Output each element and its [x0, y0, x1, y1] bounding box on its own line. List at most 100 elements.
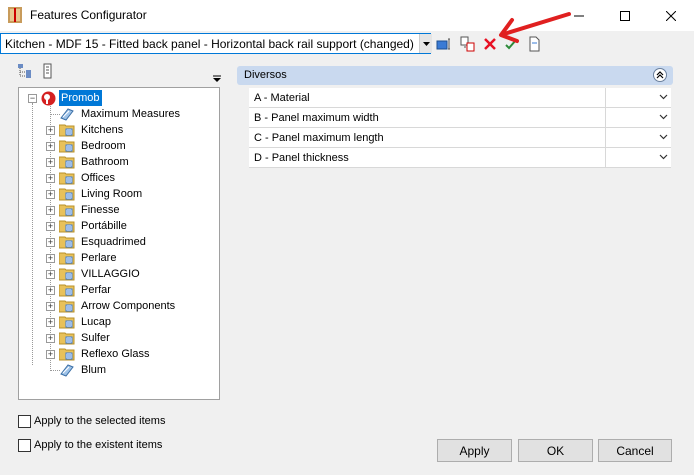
expand-toggle[interactable]: + [46, 270, 55, 279]
expand-toggle[interactable]: + [46, 158, 55, 167]
chevron-down-icon [659, 94, 668, 100]
feature-tag-icon [60, 364, 74, 377]
property-row-panel-maximum-width: B - Panel maximum width [249, 108, 671, 128]
maximize-icon [620, 10, 630, 21]
apply-button[interactable]: Apply [437, 439, 512, 462]
copy-config-icon [460, 36, 475, 52]
expand-toggle[interactable]: + [46, 222, 55, 231]
expand-toggle[interactable]: + [46, 126, 55, 135]
apply-to-items-icon [436, 38, 450, 50]
folder-icon [59, 316, 75, 329]
property-label: B - Panel maximum width [254, 112, 379, 124]
feature-tree[interactable]: − Promob Maximum Measures + Kitchens + Bedro… [18, 87, 220, 400]
new-document-icon [529, 36, 540, 52]
property-row-material: A - Material [249, 88, 671, 108]
folder-icon [59, 204, 75, 217]
property-value-dropdown[interactable] [605, 148, 671, 167]
collapse-group-button[interactable] [653, 68, 667, 82]
promob-logo-icon [41, 91, 56, 106]
expand-toggle[interactable]: + [46, 254, 55, 263]
property-value-dropdown[interactable] [605, 128, 671, 147]
folder-icon [59, 124, 75, 137]
apply-to-items-button[interactable] [435, 35, 453, 53]
configuration-dropdown[interactable]: Kitchen - MDF 15 - Fitted back panel - H… [0, 33, 431, 54]
tree-item-label: Portábille [81, 220, 127, 232]
expand-toggle[interactable]: + [46, 334, 55, 343]
folder-icon [59, 172, 75, 185]
tree-item-label: Bedroom [81, 140, 126, 152]
tree-item-label: Esquadrimed [81, 236, 146, 248]
tree-item-label: Bathroom [81, 156, 129, 168]
chevron-down-icon [659, 114, 668, 120]
tree-item-label: Perfar [81, 284, 111, 296]
folder-icon [59, 252, 75, 265]
expand-toggle[interactable]: + [46, 302, 55, 311]
chevron-down-icon [659, 154, 668, 160]
delete-icon [484, 38, 496, 50]
window-title: Features Configurator [30, 8, 147, 22]
tree-view-icon[interactable] [17, 63, 33, 79]
confirm-icon [505, 39, 517, 50]
expand-toggle[interactable]: + [46, 350, 55, 359]
collapse-toggle[interactable]: − [28, 94, 37, 103]
maximize-button[interactable] [602, 0, 648, 31]
folder-icon [59, 348, 75, 361]
new-document-button[interactable] [525, 35, 543, 53]
cancel-button[interactable]: Cancel [598, 439, 672, 462]
apply-selected-label[interactable]: Apply to the selected items [34, 415, 165, 427]
dropdown-arrow-icon[interactable] [213, 75, 221, 82]
properties-group-header[interactable]: Diversos [237, 66, 673, 85]
chevron-down-icon [659, 134, 668, 140]
tree-item-label: Living Room [81, 188, 143, 200]
list-view-icon[interactable] [40, 63, 56, 79]
folder-icon [59, 284, 75, 297]
expand-toggle[interactable]: + [46, 238, 55, 247]
expand-toggle[interactable]: + [46, 190, 55, 199]
configuration-dropdown-button[interactable] [419, 34, 432, 53]
folder-icon [59, 300, 75, 313]
tree-item-label: Kitchens [81, 124, 124, 136]
tree-item-label: Finesse [81, 204, 120, 216]
tree-item-label: Reflexo Glass [81, 348, 150, 360]
delete-button[interactable] [481, 35, 499, 53]
tree-root-promob[interactable]: Promob [59, 90, 102, 106]
configuration-value: Kitchen - MDF 15 - Fitted back panel - H… [5, 37, 414, 51]
folder-icon [59, 220, 75, 233]
property-label: D - Panel thickness [254, 152, 349, 164]
feature-tag-icon [60, 108, 74, 121]
folder-icon [59, 156, 75, 169]
properties-group-title: Diversos [244, 69, 287, 81]
minimize-icon [574, 15, 584, 16]
tree-item-label: Offices [81, 172, 116, 184]
configurator-app-icon [8, 7, 22, 23]
close-button[interactable] [648, 0, 694, 31]
apply-existent-checkbox[interactable] [18, 439, 31, 452]
folder-icon [59, 268, 75, 281]
close-icon [666, 10, 676, 21]
confirm-button[interactable] [502, 35, 520, 53]
minimize-button[interactable] [556, 0, 602, 31]
title-bar: Features Configurator [0, 0, 694, 31]
expand-toggle[interactable]: + [46, 142, 55, 151]
tree-item-label: VILLAGGIO [81, 268, 140, 280]
tree-item-label: Lucap [81, 316, 111, 328]
property-label: A - Material [254, 92, 310, 104]
copy-config-button[interactable] [459, 35, 477, 53]
tree-item-label: Perlare [81, 252, 117, 264]
property-value-dropdown[interactable] [605, 88, 671, 107]
property-label: C - Panel maximum length [254, 132, 384, 144]
property-value-dropdown[interactable] [605, 108, 671, 127]
tree-item-label: Blum [81, 364, 107, 376]
expand-toggle[interactable]: + [46, 174, 55, 183]
apply-existent-label[interactable]: Apply to the existent items [34, 439, 162, 451]
apply-selected-checkbox[interactable] [18, 415, 31, 428]
ok-button[interactable]: OK [518, 439, 593, 462]
folder-icon [59, 140, 75, 153]
expand-toggle[interactable]: + [46, 318, 55, 327]
tree-item-label: Maximum Measures [81, 108, 181, 120]
double-chevron-up-icon [656, 71, 664, 79]
expand-toggle[interactable]: + [46, 206, 55, 215]
expand-toggle[interactable]: + [46, 286, 55, 295]
tree-item-label: Sulfer [81, 332, 110, 344]
property-row-panel-thickness: D - Panel thickness [249, 148, 671, 168]
